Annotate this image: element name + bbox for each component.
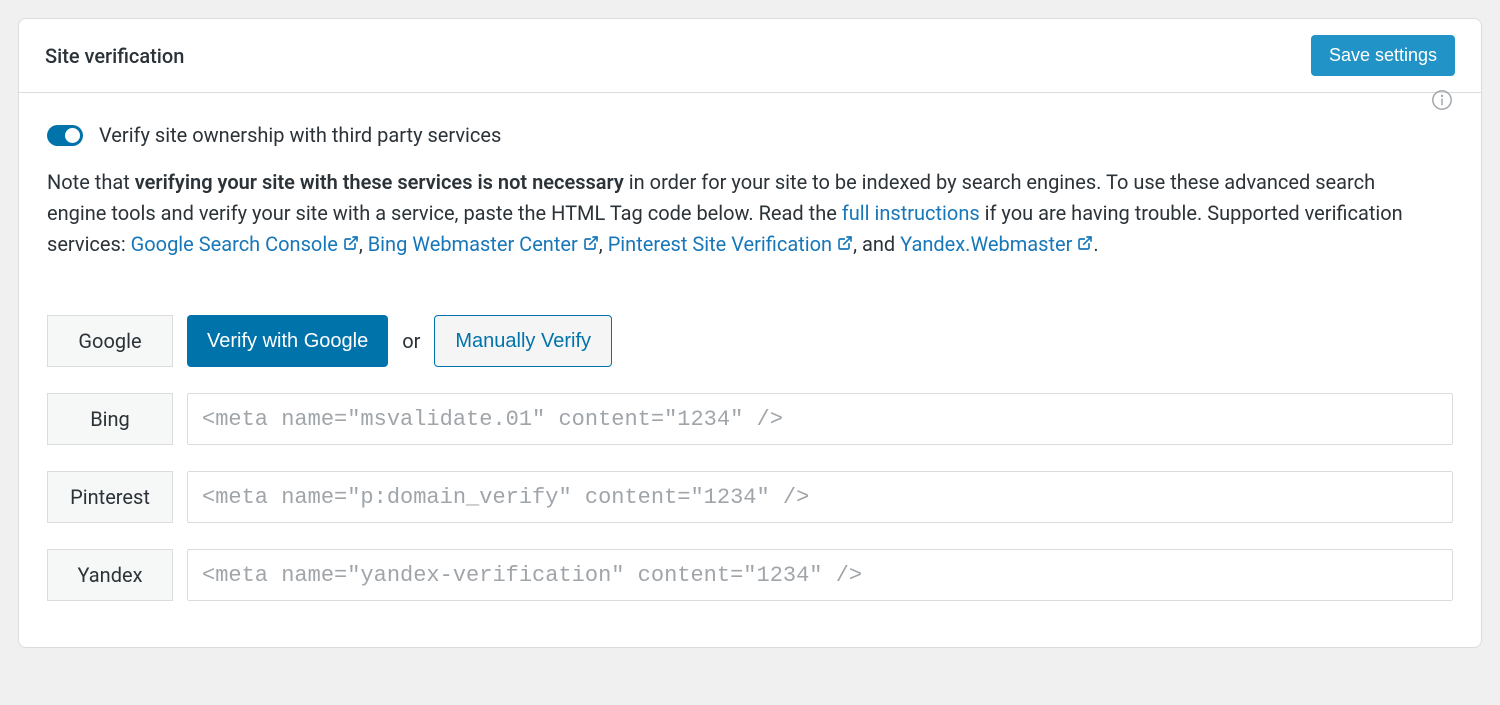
panel-body: Verify site ownership with third party s… [19, 93, 1481, 647]
external-link-icon [837, 229, 853, 260]
or-separator: or [402, 329, 420, 353]
external-link-icon [1077, 229, 1093, 260]
desc-sep1: , [359, 232, 368, 256]
info-row: Verify site ownership with third party s… [47, 123, 1453, 281]
desc-sep3: , and [853, 232, 900, 256]
full-instructions-link[interactable]: full instructions [842, 201, 980, 225]
pinterest-verification-link[interactable]: Pinterest Site Verification [608, 232, 832, 256]
desc-end: . [1093, 232, 1098, 256]
desc-bold: verifying your site with these services … [135, 170, 624, 194]
site-verification-panel: Site verification Save settings Verify s… [18, 18, 1482, 648]
panel-title: Site verification [45, 44, 184, 68]
verify-with-google-button[interactable]: Verify with Google [187, 315, 388, 367]
external-link-icon [343, 229, 359, 260]
desc-pre: Note that [47, 170, 135, 194]
description-text: Note that verifying your site with these… [47, 167, 1415, 261]
pinterest-field-row: Pinterest [47, 471, 1453, 523]
pinterest-label: Pinterest [47, 471, 173, 523]
google-field-row: Google Verify with Google or Manually Ve… [47, 315, 1453, 367]
pinterest-meta-input[interactable] [187, 471, 1453, 523]
google-actions: Verify with Google or Manually Verify [187, 315, 612, 367]
verify-ownership-toggle[interactable] [47, 125, 83, 146]
manually-verify-button[interactable]: Manually Verify [434, 315, 612, 367]
yandex-webmaster-link[interactable]: Yandex.Webmaster [900, 232, 1072, 256]
google-search-console-link[interactable]: Google Search Console [131, 232, 338, 256]
bing-meta-input[interactable] [187, 393, 1453, 445]
verification-fields: Google Verify with Google or Manually Ve… [47, 315, 1453, 601]
toggle-label: Verify site ownership with third party s… [99, 123, 501, 147]
bing-webmaster-link[interactable]: Bing Webmaster Center [368, 232, 578, 256]
yandex-field-row: Yandex [47, 549, 1453, 601]
external-link-icon [583, 229, 599, 260]
bing-label: Bing [47, 393, 173, 445]
panel-header: Site verification Save settings [19, 19, 1481, 93]
save-settings-button[interactable]: Save settings [1311, 35, 1455, 76]
toggle-row: Verify site ownership with third party s… [47, 123, 1415, 147]
google-label: Google [47, 315, 173, 367]
info-icon[interactable] [1431, 89, 1453, 111]
yandex-label: Yandex [47, 549, 173, 601]
bing-field-row: Bing [47, 393, 1453, 445]
yandex-meta-input[interactable] [187, 549, 1453, 601]
desc-sep2: , [599, 232, 608, 256]
